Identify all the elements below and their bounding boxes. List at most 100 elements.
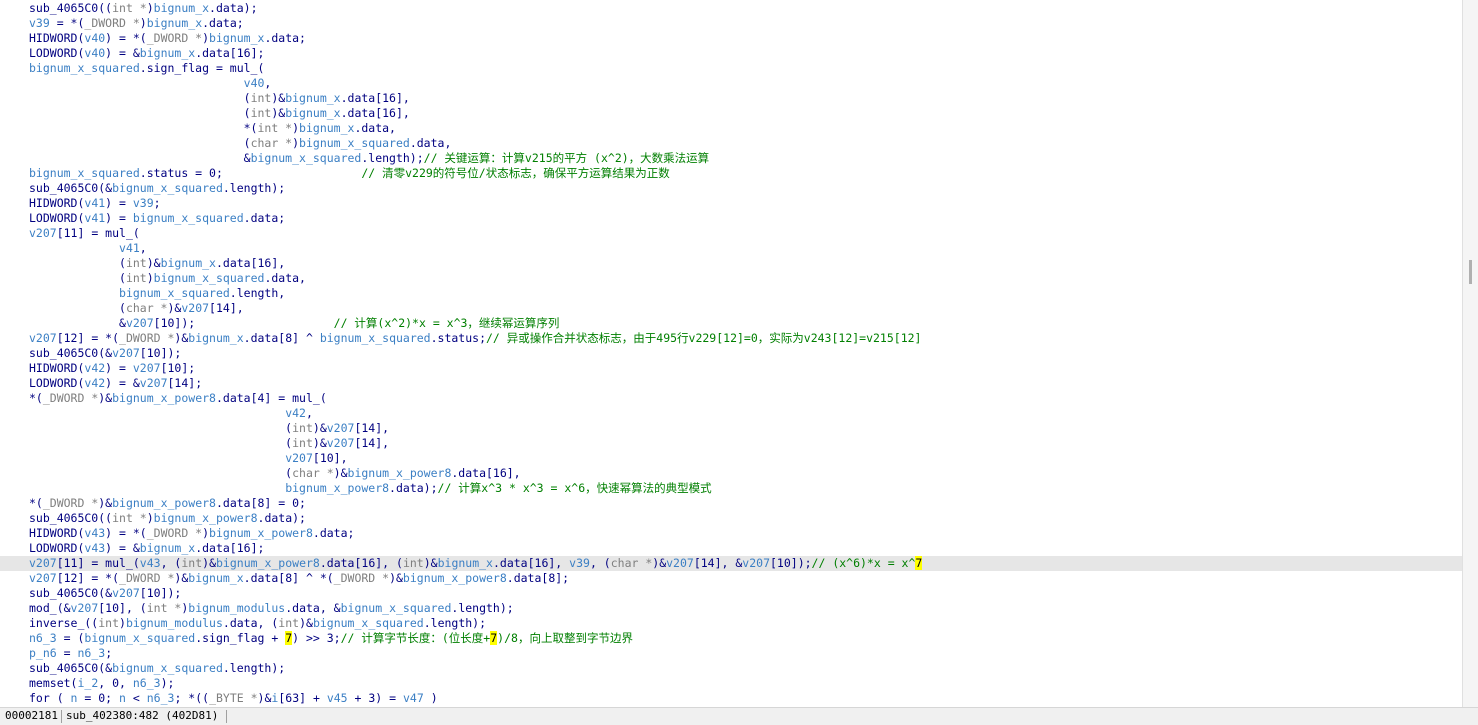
code-line[interactable]: &v207[10]); // 计算(x^2)*x = x^3，继续幂运算序列 bbox=[0, 316, 1462, 331]
code-token: .status = 0; bbox=[139, 166, 362, 180]
code-line[interactable]: (int)&bignum_x.data[16], bbox=[0, 256, 1462, 271]
code-token: .data, & bbox=[285, 601, 341, 615]
code-line[interactable]: *(_DWORD *)&bignum_x_power8.data[4] = mu… bbox=[0, 391, 1462, 406]
code-line[interactable]: v207[12] = *(_DWORD *)&bignum_x.data[8] … bbox=[0, 571, 1462, 586]
code-token: )& bbox=[174, 331, 189, 345]
code-line-text: v207[11] = mul_( bbox=[29, 226, 140, 241]
code-line[interactable]: LODWORD(v40) = &bignum_x.data[16]; bbox=[0, 46, 1462, 61]
code-line[interactable]: sub_4065C0((int *)bignum_x_power8.data); bbox=[0, 511, 1462, 526]
code-line[interactable]: (int)&bignum_x.data[16], bbox=[0, 106, 1462, 121]
code-token: _DWORD * bbox=[119, 331, 175, 345]
code-token: bignum_modulus bbox=[188, 601, 286, 615]
code-line[interactable]: *(_DWORD *)&bignum_x_power8.data[8] = 0; bbox=[0, 496, 1462, 511]
code-line[interactable]: sub_4065C0((int *)bignum_x.data); bbox=[0, 1, 1462, 16]
code-token: [11] = mul_( bbox=[56, 226, 140, 240]
code-token: .length); bbox=[361, 151, 424, 165]
code-token: bignum_x_squared bbox=[312, 616, 424, 630]
code-token: v47 bbox=[402, 691, 424, 705]
code-line[interactable]: HIDWORD(v40) = *(_DWORD *)bignum_x.data; bbox=[0, 31, 1462, 46]
code-token: .data, bbox=[264, 271, 306, 285]
code-token: )& bbox=[423, 556, 438, 570]
code-token: v207 bbox=[742, 556, 770, 570]
code-token: ( bbox=[29, 256, 126, 270]
code-line[interactable]: v207[10], bbox=[0, 451, 1462, 466]
code-token: _DWORD * bbox=[42, 496, 99, 510]
code-token: )& bbox=[271, 106, 286, 120]
code-line[interactable]: LODWORD(v41) = bignum_x_squared.data; bbox=[0, 211, 1462, 226]
code-line-text: sub_4065C0(&bignum_x_squared.length); bbox=[29, 661, 285, 676]
code-line[interactable]: memset(i_2, 0, n6_3); bbox=[0, 676, 1462, 691]
code-line[interactable]: inverse_((int)bignum_modulus.data, (int)… bbox=[0, 616, 1462, 631]
code-line[interactable]: bignum_x_squared.status = 0; // 清零v229的符… bbox=[0, 166, 1462, 181]
code-token: [10]); bbox=[139, 586, 182, 600]
code-line[interactable]: HIDWORD(v42) = v207[10]; bbox=[0, 361, 1462, 376]
code-line[interactable]: (int)&bignum_x.data[16], bbox=[0, 91, 1462, 106]
code-line[interactable]: v207[11] = mul_( bbox=[0, 226, 1462, 241]
code-token: bignum_x_power8 bbox=[112, 391, 216, 405]
code-line-text: (int)bignum_x_squared.data, bbox=[29, 271, 306, 286]
code-token: .data; bbox=[243, 211, 286, 225]
code-line[interactable]: (char *)&bignum_x_power8.data[16], bbox=[0, 466, 1462, 481]
code-line[interactable]: (int)&v207[14], bbox=[0, 436, 1462, 451]
code-line[interactable]: (int)bignum_x_squared.data, bbox=[0, 271, 1462, 286]
code-line[interactable]: mod_(&v207[10], (int *)bignum_modulus.da… bbox=[0, 601, 1462, 616]
code-line[interactable]: n6_3 = (bignum_x_squared.sign_flag + 7) … bbox=[0, 631, 1462, 646]
code-line[interactable]: v39 = *(_DWORD *)bignum_x.data; bbox=[0, 16, 1462, 31]
code-token: bignum_x_power8 bbox=[285, 481, 390, 495]
code-token: .data[16], bbox=[492, 556, 570, 570]
code-token: = *( bbox=[49, 16, 85, 30]
code-token: )& bbox=[98, 496, 113, 510]
code-token: LODWORD( bbox=[29, 211, 85, 225]
code-token: bignum_x_squared bbox=[250, 151, 362, 165]
scroll-thumb[interactable] bbox=[1469, 260, 1472, 284]
code-line[interactable]: bignum_x_power8.data);// 计算x^3 * x^3 = x… bbox=[0, 481, 1462, 496]
code-line[interactable]: LODWORD(v43) = &bignum_x.data[16]; bbox=[0, 541, 1462, 556]
code-line[interactable]: sub_4065C0(&v207[10]); bbox=[0, 586, 1462, 601]
code-token: n6_3 bbox=[77, 646, 106, 660]
code-line[interactable]: v40, bbox=[0, 76, 1462, 91]
code-line[interactable]: for ( n = 0; n < n6_3; *((_BYTE *)&i[63]… bbox=[0, 691, 1462, 706]
code-line[interactable]: *(int *)bignum_x.data, bbox=[0, 121, 1462, 136]
code-token: int bbox=[125, 271, 147, 285]
code-token: .data[8] = 0; bbox=[215, 496, 306, 510]
code-line[interactable]: (int)&v207[14], bbox=[0, 421, 1462, 436]
code-line[interactable]: bignum_x_squared.sign_flag = mul_( bbox=[0, 61, 1462, 76]
code-line[interactable]: v42, bbox=[0, 406, 1462, 421]
code-line-text: LODWORD(v43) = &bignum_x.data[16]; bbox=[29, 541, 264, 556]
code-token: char * bbox=[250, 136, 293, 150]
code-token: v39 bbox=[29, 16, 50, 30]
code-line[interactable]: HIDWORD(v43) = *(_DWORD *)bignum_x_power… bbox=[0, 526, 1462, 541]
pseudocode-view[interactable]: sub_4065C0((int *)bignum_x.data); v39 = *… bbox=[0, 0, 1462, 707]
code-line[interactable]: HIDWORD(v41) = v39; bbox=[0, 196, 1462, 211]
code-line[interactable]: &bignum_x_squared.length);// 关键运算：计算v215… bbox=[0, 151, 1462, 166]
code-line[interactable]: (char *)&v207[14], bbox=[0, 301, 1462, 316]
code-line[interactable]: LODWORD(v42) = &v207[14]; bbox=[0, 376, 1462, 391]
code-line[interactable]: sub_4065C0(&v207[10]); bbox=[0, 346, 1462, 361]
code-token: ( bbox=[29, 301, 126, 315]
code-token: [10], ( bbox=[98, 601, 147, 615]
code-line[interactable]: v41, bbox=[0, 241, 1462, 256]
code-token: bignum_modulus bbox=[125, 616, 223, 630]
code-token: v42 bbox=[285, 406, 306, 420]
code-token: .data[4] = mul_( bbox=[215, 391, 327, 405]
code-line[interactable]: v207[12] = *(_DWORD *)&bignum_x.data[8] … bbox=[0, 331, 1462, 346]
code-token: n bbox=[119, 691, 126, 705]
code-token: _DWORD * bbox=[333, 571, 390, 585]
code-line-text: HIDWORD(v41) = v39; bbox=[29, 196, 161, 211]
code-line[interactable]: sub_4065C0(&bignum_x_squared.length); bbox=[0, 661, 1462, 676]
code-token: int bbox=[250, 106, 272, 120]
code-line-current[interactable]: v207[11] = mul_(v43, (int)&bignum_x_powe… bbox=[0, 556, 1462, 571]
code-line[interactable]: (char *)bignum_x_squared.data, bbox=[0, 136, 1462, 151]
code-line[interactable]: bignum_x_squared.length, bbox=[0, 286, 1462, 301]
vertical-scrollbar[interactable] bbox=[1462, 0, 1478, 707]
code-token: v207 bbox=[29, 331, 57, 345]
code-line-text: v40, bbox=[29, 76, 272, 91]
code-token: bignum_x bbox=[146, 16, 203, 30]
code-token: char * bbox=[610, 556, 653, 570]
code-token: ) = & bbox=[105, 541, 140, 555]
code-line[interactable]: p_n6 = n6_3; bbox=[0, 646, 1462, 661]
code-token: .data[8] ^ *( bbox=[243, 571, 334, 585]
code-line[interactable]: sub_4065C0(&bignum_x_squared.length); bbox=[0, 181, 1462, 196]
